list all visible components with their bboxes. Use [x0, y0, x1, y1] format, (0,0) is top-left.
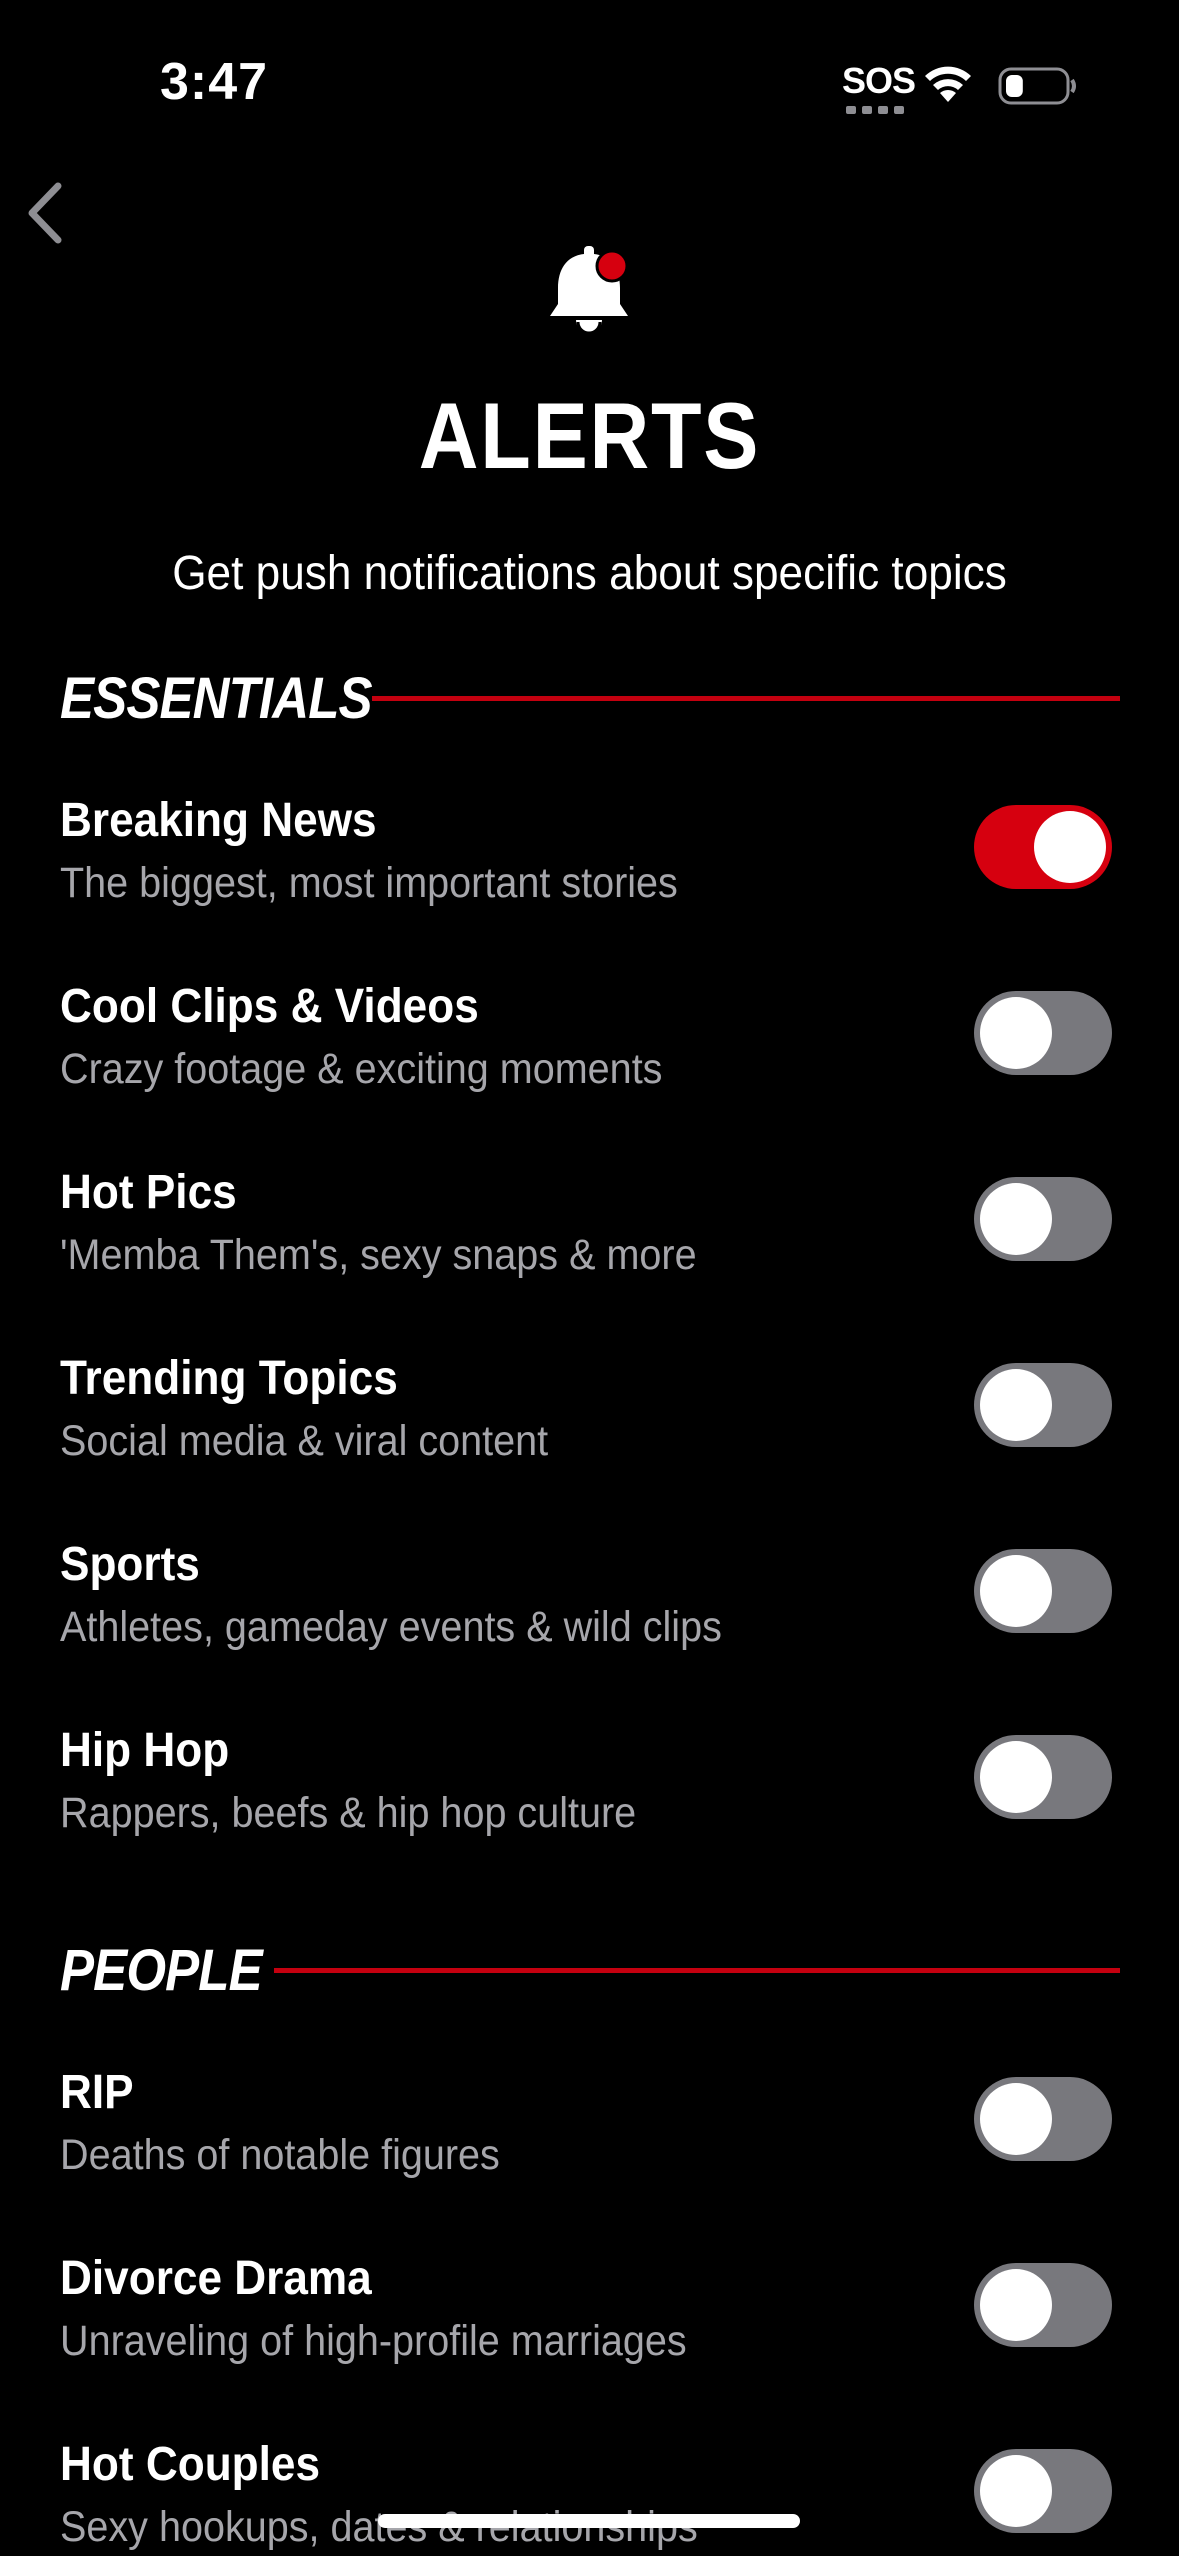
section-divider	[274, 1968, 1120, 1973]
alert-row-hot-couples: Hot Couples Sexy hookups, dates & relati…	[0, 2437, 1179, 2556]
alert-title: RIP	[60, 2066, 134, 2119]
alert-description: Deaths of notable figures	[60, 2131, 500, 2179]
toggle-cool-clips[interactable]	[974, 991, 1112, 1075]
alert-title: Hot Couples	[60, 2438, 321, 2491]
page-title: ALERTS	[418, 383, 761, 488]
bell-icon	[550, 246, 629, 335]
toggle-hot-pics[interactable]	[974, 1177, 1112, 1261]
toggle-rip[interactable]	[974, 2077, 1112, 2161]
alert-row-breaking-news: Breaking News The biggest, most importan…	[0, 793, 1179, 979]
alert-title: Sports	[60, 1538, 200, 1591]
battery-icon	[998, 67, 1076, 105]
toggle-trending-topics[interactable]	[974, 1363, 1112, 1447]
alert-row-cool-clips: Cool Clips & Videos Crazy footage & exci…	[0, 979, 1179, 1165]
toggle-knob	[980, 1555, 1052, 1627]
toggle-hot-couples[interactable]	[974, 2449, 1112, 2533]
cellular-signal-icon	[846, 106, 906, 114]
alert-description: The biggest, most important stories	[60, 859, 678, 907]
alert-row-rip: RIP Deaths of notable figures	[0, 2065, 1179, 2251]
toggle-knob	[980, 1183, 1052, 1255]
alert-row-hip-hop: Hip Hop Rappers, beefs & hip hop culture	[0, 1723, 1179, 1909]
toggle-knob	[980, 1369, 1052, 1441]
toggle-knob	[980, 2083, 1052, 2155]
status-time: 3:47	[160, 53, 269, 111]
alert-row-divorce-drama: Divorce Drama Unraveling of high-profile…	[0, 2251, 1179, 2437]
section-header-essentials: ESSENTIALS	[60, 658, 1120, 738]
alert-description: Crazy footage & exciting moments	[60, 1045, 663, 1093]
toggle-knob	[980, 997, 1052, 1069]
home-indicator[interactable]	[378, 2514, 800, 2528]
toggle-hip-hop[interactable]	[974, 1735, 1112, 1819]
page-subtitle: Get push notifications about specific to…	[172, 547, 1007, 600]
status-bar: 3:47 SOS	[0, 0, 1179, 150]
wifi-icon	[925, 66, 971, 102]
alert-title: Hip Hop	[60, 1724, 230, 1777]
section-header-people: PEOPLE	[60, 1930, 1120, 2010]
toggle-divorce-drama[interactable]	[974, 2263, 1112, 2347]
alert-description: Rappers, beefs & hip hop culture	[60, 1789, 637, 1837]
alert-title: Divorce Drama	[60, 2252, 372, 2305]
toggle-knob	[980, 2269, 1052, 2341]
toggle-knob	[980, 1741, 1052, 1813]
alert-title: Hot Pics	[60, 1166, 237, 1219]
alert-description: Social media & viral content	[60, 1417, 549, 1465]
status-sos: SOS	[842, 60, 916, 101]
toggle-knob	[980, 2455, 1052, 2527]
section-divider	[372, 696, 1120, 701]
alert-description: Athletes, gameday events & wild clips	[60, 1603, 722, 1651]
alert-title: Trending Topics	[60, 1352, 398, 1405]
alert-title: Breaking News	[60, 794, 377, 847]
back-button[interactable]	[14, 176, 78, 250]
toggle-knob	[1034, 811, 1106, 883]
alert-title: Cool Clips & Videos	[60, 980, 479, 1033]
alert-description: 'Memba Them's, sexy snaps & more	[60, 1231, 697, 1279]
alert-row-hot-pics: Hot Pics 'Memba Them's, sexy snaps & mor…	[0, 1165, 1179, 1351]
alert-description: Unraveling of high-profile marriages	[60, 2317, 687, 2365]
toggle-sports[interactable]	[974, 1549, 1112, 1633]
alert-row-sports: Sports Athletes, gameday events & wild c…	[0, 1537, 1179, 1723]
toggle-breaking-news[interactable]	[974, 805, 1112, 889]
section-title: ESSENTIALS	[60, 665, 373, 731]
alert-row-trending-topics: Trending Topics Social media & viral con…	[0, 1351, 1179, 1537]
section-title: PEOPLE	[60, 1937, 263, 2003]
